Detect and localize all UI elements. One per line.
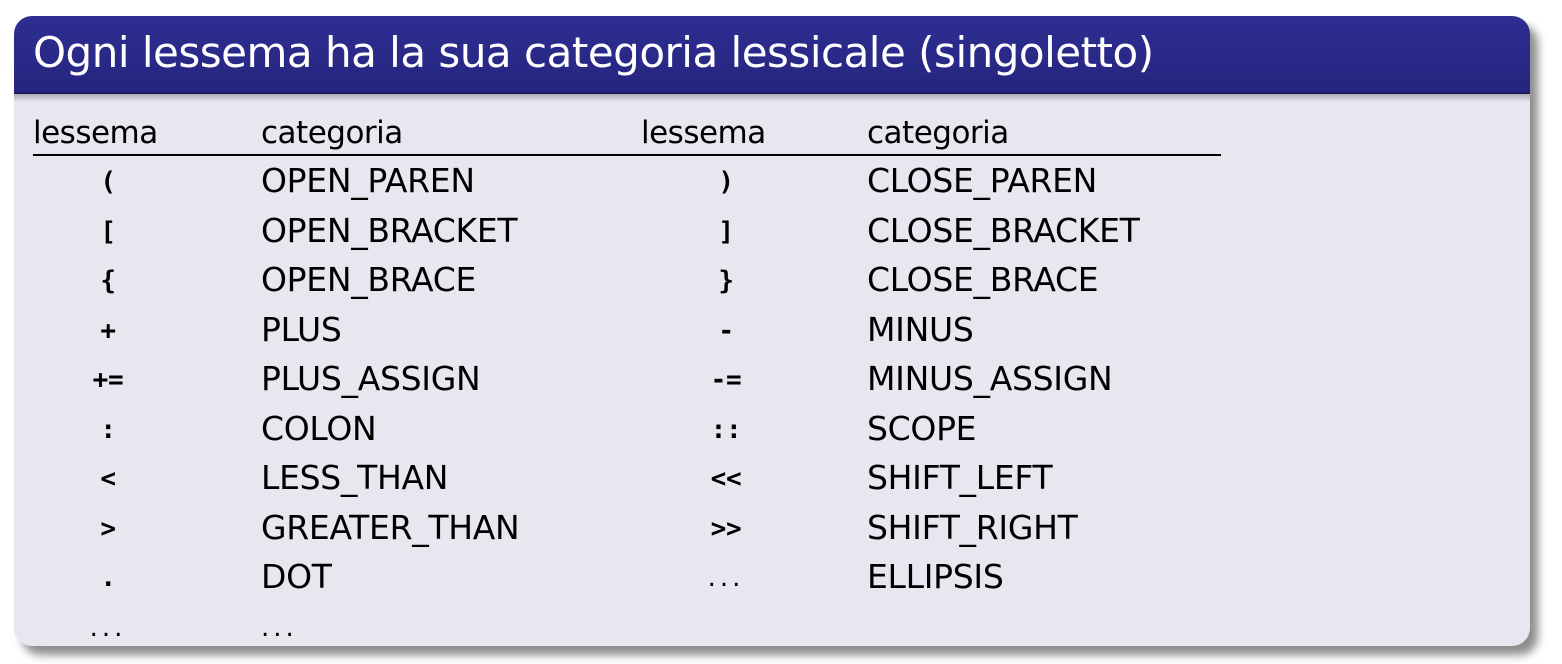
table-row: : COLON:: SCOPE (33, 404, 1221, 454)
category-cell: DOT (261, 557, 332, 596)
category-cell: CLOSE_BRACE (867, 260, 1099, 299)
header-lessema-2: lessema (641, 112, 811, 156)
category-cell: PLUS_ASSIGN (261, 359, 481, 398)
lexeme-cell: - (718, 315, 734, 346)
category-cell: OPEN_BRACKET (261, 210, 518, 250)
slide-content: lessema categoria lessema categoria ( OPE… (14, 102, 1530, 646)
table-row: < LESS_THAN << SHIFT_LEFT (33, 453, 1221, 503)
category-cell: ... (261, 612, 298, 643)
table-row: ( OPEN_PAREN) CLOSE_PAREN (33, 155, 1221, 206)
category-cell: OPEN_BRACE (261, 260, 477, 299)
lexeme-cell: ( (100, 167, 116, 197)
table-row: { OPEN_BRACE} CLOSE_BRACE (33, 255, 1221, 305)
lexeme-table: lessema categoria lessema categoria ( OPE… (33, 112, 1221, 646)
lexeme-cell: } (718, 266, 734, 296)
lexeme-cell: < (100, 464, 116, 494)
category-cell: COLON (261, 408, 377, 448)
title-shadow (14, 93, 1530, 102)
table-row: [ OPEN_BRACKET] CLOSE_BRACKET (33, 206, 1221, 256)
table-row: ...... (33, 602, 1221, 647)
table-header-row: lessema categoria lessema categoria (33, 112, 1221, 156)
table-row: += PLUS_ASSIGN -= MINUS_ASSIGN (33, 354, 1221, 404)
category-cell: GREATER_THAN (261, 507, 520, 547)
lexeme-cell: -= (710, 365, 742, 395)
lexeme-cell: { (100, 266, 116, 296)
table-row: > GREATER_THAN >> SHIFT_RIGHT (33, 503, 1221, 553)
lexeme-cell: > (100, 513, 116, 544)
lexeme-cell: << (710, 464, 742, 494)
slide-title: Ogni lessema ha la sua categoria lessica… (33, 28, 1154, 77)
category-cell: MINUS (867, 309, 974, 349)
category-cell: MINUS_ASSIGN (867, 359, 1113, 398)
lexeme-cell: ... (707, 563, 745, 593)
table-row: + PLUS - MINUS (33, 305, 1221, 355)
lexeme-cell: += (92, 365, 124, 395)
category-cell: PLUS (261, 309, 342, 349)
category-cell: LESS_THAN (261, 458, 449, 497)
lexeme-cell: ) (718, 167, 734, 197)
header-categoria-1: categoria (261, 112, 641, 156)
header-lessema-1: lessema (33, 112, 183, 156)
category-cell: SHIFT_RIGHT (867, 507, 1078, 547)
lexeme-cell: ] (718, 216, 734, 247)
category-cell: SHIFT_LEFT (867, 458, 1053, 497)
table-row: . DOT... ELLIPSIS (33, 552, 1221, 602)
header-categoria-2: categoria (867, 112, 1221, 156)
category-cell: CLOSE_BRACKET (867, 210, 1140, 250)
lexeme-cell: >> (710, 513, 742, 544)
category-cell: CLOSE_PAREN (867, 161, 1098, 200)
table-body: ( OPEN_PAREN) CLOSE_PAREN [ OPEN_BRACKET] CLO… (33, 155, 1221, 646)
lexeme-cell: [ (100, 216, 116, 247)
category-cell: ELLIPSIS (867, 557, 1004, 596)
category-cell: OPEN_PAREN (261, 161, 475, 200)
lexeme-cell: . (100, 563, 116, 593)
lexeme-cell: ... (89, 612, 127, 643)
lexeme-cell: :: (710, 414, 742, 445)
title-bar: Ogni lessema ha la sua categoria lessica… (14, 16, 1530, 94)
slide-frame: Ogni lessema ha la sua categoria lessica… (14, 16, 1530, 646)
lexeme-cell: : (100, 414, 116, 445)
category-cell: SCOPE (867, 408, 977, 448)
lexeme-cell: + (100, 315, 116, 346)
